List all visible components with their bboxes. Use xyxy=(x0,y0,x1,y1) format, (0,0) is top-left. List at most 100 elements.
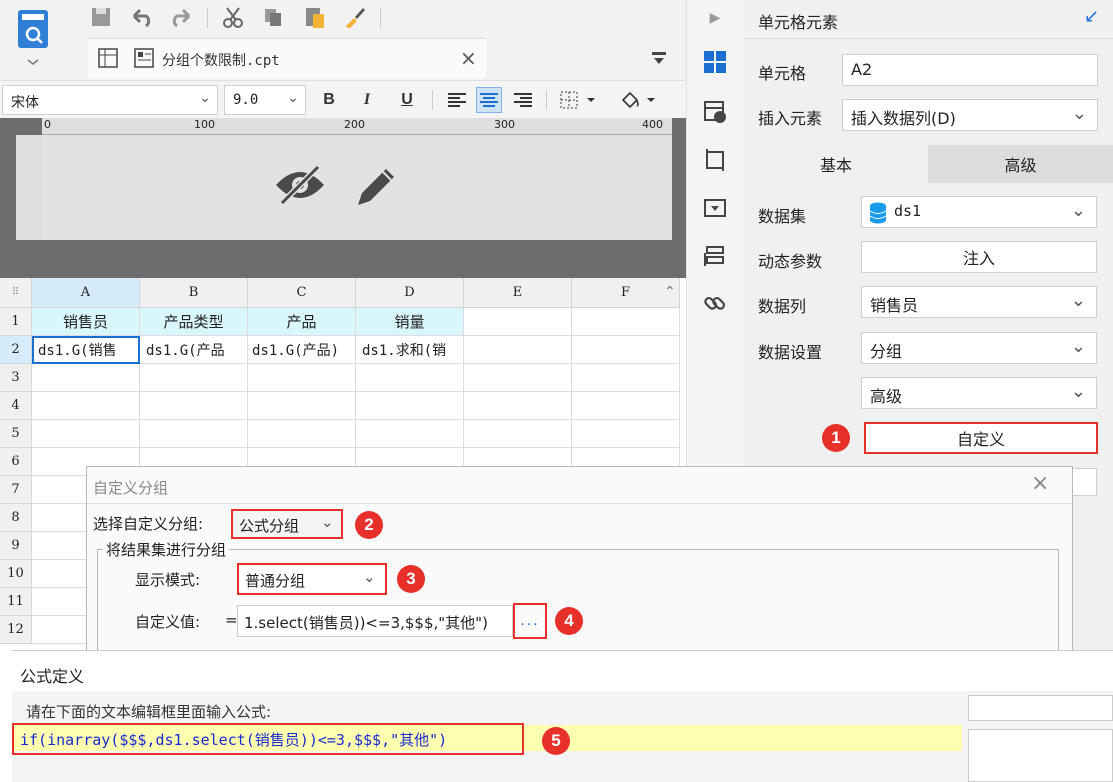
dialog-title: 公式定义 xyxy=(20,667,85,686)
column-header[interactable]: C xyxy=(248,278,356,308)
grid-icon xyxy=(98,48,118,72)
paste-icon[interactable] xyxy=(300,3,330,31)
row-header[interactable]: 5 xyxy=(0,420,32,448)
close-icon[interactable]: × xyxy=(1031,471,1049,496)
cell-f1[interactable] xyxy=(572,308,680,336)
save-icon[interactable] xyxy=(86,3,116,31)
equals-sign: = xyxy=(225,611,238,629)
widget-icon[interactable] xyxy=(701,146,729,174)
cell-b1[interactable]: 产品类型 xyxy=(140,308,248,336)
underline-button[interactable]: U xyxy=(394,87,420,113)
row-header[interactable]: 2 xyxy=(0,336,32,364)
custom-button[interactable]: 自定义 xyxy=(864,422,1098,454)
chevron-down-icon: ⌄ xyxy=(1070,381,1086,402)
custom-value-input[interactable]: 1.select(销售员))<=3,$$$,"其他") xyxy=(237,605,513,637)
advanced-select[interactable]: 高级 ⌄ xyxy=(861,377,1097,409)
copy-icon[interactable] xyxy=(258,3,288,31)
group-type-select[interactable]: 公式分组 ⌄ xyxy=(231,509,343,539)
column-label: 数据列 xyxy=(758,297,807,316)
ellipsis-button[interactable]: ... xyxy=(513,603,547,639)
insert-label: 插入元素 xyxy=(758,109,823,128)
row-header[interactable]: 3 xyxy=(0,364,32,392)
align-center-icon[interactable] xyxy=(476,87,502,113)
italic-button[interactable]: I xyxy=(354,87,380,113)
grid-corner[interactable]: ⠿ xyxy=(0,278,32,308)
row-header[interactable]: 8 xyxy=(0,504,32,532)
row-header[interactable]: 9 xyxy=(0,532,32,560)
fill-color-icon[interactable] xyxy=(616,87,662,113)
expand-icon[interactable]: ↙ xyxy=(1084,6,1099,27)
function-search-input[interactable] xyxy=(968,695,1113,721)
formula-dialog: 公式定义 请在下面的文本编辑框里面输入公式: if(inarray($$$,ds… xyxy=(12,650,1113,782)
tab-basic[interactable]: 基本 xyxy=(744,145,928,183)
cell-d1[interactable]: 销量 xyxy=(356,308,464,336)
cell-a2[interactable]: ds1.G(销售 xyxy=(32,336,140,364)
chevron-down-icon: ⌄ xyxy=(1070,200,1086,221)
align-left-icon[interactable] xyxy=(444,87,470,113)
inject-button[interactable]: 注入 xyxy=(861,241,1097,273)
function-list[interactable] xyxy=(968,729,1113,782)
column-header[interactable]: B xyxy=(140,278,248,308)
column-header[interactable]: D xyxy=(356,278,464,308)
cell-input[interactable]: A2 xyxy=(842,54,1098,86)
link-icon[interactable] xyxy=(701,290,729,318)
cell-element-icon[interactable] xyxy=(701,48,729,76)
chevron-down-icon: ⌄ xyxy=(287,90,299,106)
cell-f2[interactable] xyxy=(572,336,680,364)
scroll-up-icon[interactable]: ⌃ xyxy=(664,284,676,300)
bold-button[interactable]: B xyxy=(316,87,342,113)
chevron-down-icon: ⌄ xyxy=(199,90,211,106)
font-toolbar: 宋体 ⌄ 9.0 ⌄ B I U xyxy=(0,80,686,118)
report-file-icon xyxy=(134,48,154,72)
cell-b2[interactable]: ds1.G(产品 xyxy=(140,336,248,364)
font-size-select[interactable]: 9.0 ⌄ xyxy=(224,85,306,115)
custom-group-dialog: 自定义分组 × 选择自定义分组: 公式分组 ⌄ 2 将结果集进行分组 显示模式:… xyxy=(86,466,1073,659)
redo-icon[interactable] xyxy=(166,3,196,31)
cell-c1[interactable]: 产品 xyxy=(248,308,356,336)
row-header[interactable]: 7 xyxy=(0,476,32,504)
close-icon[interactable]: × xyxy=(460,46,477,70)
data-column-select[interactable]: 销售员 ⌄ xyxy=(861,286,1097,318)
undo-icon[interactable] xyxy=(127,3,157,31)
cell-a1[interactable]: 销售员 xyxy=(32,308,140,336)
border-icon[interactable] xyxy=(556,87,602,113)
cell-e1[interactable] xyxy=(464,308,572,336)
display-mode-select[interactable]: 普通分组 ⌄ xyxy=(237,563,387,595)
condition-attribute-icon[interactable] xyxy=(701,194,729,222)
row-header[interactable]: 10 xyxy=(0,560,32,588)
dataset-select[interactable]: ds1 ⌄ xyxy=(861,196,1097,228)
format-painter-icon[interactable] xyxy=(340,3,370,31)
collapse-arrow-icon[interactable]: ▶ xyxy=(701,4,729,32)
template-icon[interactable] xyxy=(14,8,54,66)
font-family-select[interactable]: 宋体 ⌄ xyxy=(2,85,218,115)
row-header[interactable]: 4 xyxy=(0,392,32,420)
cell-attribute-icon[interactable] xyxy=(701,98,729,126)
column-header[interactable]: E xyxy=(464,278,572,308)
cut-icon[interactable] xyxy=(218,3,248,31)
cell-d2[interactable]: ds1.求和(销 xyxy=(356,336,464,364)
database-icon xyxy=(868,202,888,228)
row-header[interactable]: 11 xyxy=(0,588,32,616)
row-header[interactable]: 1 xyxy=(0,308,32,336)
file-tab[interactable]: 分组个数限制.cpt × xyxy=(88,38,486,78)
insert-element-select[interactable]: 插入数据列(D) ⌄ xyxy=(842,99,1098,131)
formula-text: if(inarray($$$,ds1.select(销售员))<=3,$$$,"… xyxy=(20,731,448,749)
column-header[interactable]: A xyxy=(32,278,140,308)
mode-label: 显示模式: xyxy=(135,571,201,589)
tab-advanced[interactable]: 高级 xyxy=(928,145,1113,183)
hyperlink-list-icon[interactable] xyxy=(701,242,729,270)
page-header-block[interactable] xyxy=(42,135,672,240)
chevron-down-icon: ⌄ xyxy=(1070,336,1086,357)
formula-editor[interactable]: if(inarray($$$,ds1.select(销售员))<=3,$$$,"… xyxy=(12,723,524,755)
data-setting-select[interactable]: 分组 ⌄ xyxy=(861,332,1097,364)
panel-title: 单元格元素 xyxy=(758,13,839,32)
cell-e2[interactable] xyxy=(464,336,572,364)
chevron-down-icon: ⌄ xyxy=(363,568,376,586)
align-right-icon[interactable] xyxy=(510,87,536,113)
row-header[interactable]: 6 xyxy=(0,448,32,476)
hidden-eye-icon[interactable] xyxy=(274,163,326,211)
tab-menu-icon[interactable] xyxy=(650,50,668,70)
row-header[interactable]: 12 xyxy=(0,616,32,644)
cell-c2[interactable]: ds1.G(产品) xyxy=(248,336,356,364)
edit-pencil-icon[interactable] xyxy=(352,163,400,215)
